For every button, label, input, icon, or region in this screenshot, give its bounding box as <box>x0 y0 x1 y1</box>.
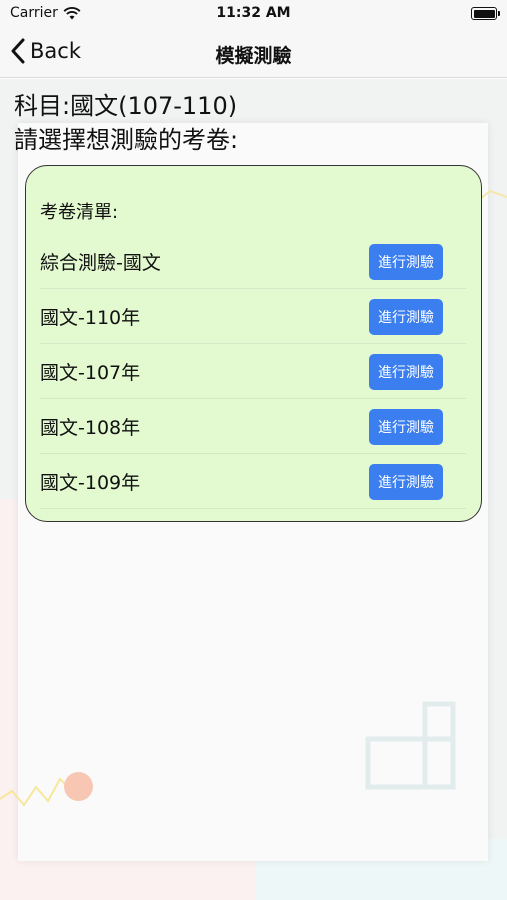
exam-name: 國文-109年 <box>40 472 141 494</box>
exam-list-item: 國文-110年 進行測驗 <box>40 289 466 344</box>
start-exam-button[interactable]: 進行測驗 <box>369 354 443 390</box>
navigation-bar: Back 模擬測驗 <box>0 28 507 78</box>
status-time: 11:32 AM <box>216 5 291 21</box>
start-exam-button[interactable]: 進行測驗 <box>369 244 443 280</box>
exam-name: 國文-110年 <box>40 307 141 329</box>
exam-name: 綜合測驗-國文 <box>40 252 161 274</box>
battery-icon <box>471 7 500 20</box>
start-exam-button[interactable]: 進行測驗 <box>369 299 443 335</box>
exam-list-item: 國文-107年 進行測驗 <box>40 344 466 399</box>
exam-list-item: 綜合測驗-國文 進行測驗 <box>40 234 466 289</box>
page-title: 模擬測驗 <box>215 45 292 67</box>
exam-name: 國文-107年 <box>40 362 141 384</box>
exam-list-card: 考卷清單: 綜合測驗-國文 進行測驗 國文-110年 進行測驗 國文-107年 … <box>25 165 482 522</box>
status-bar: Carrier 11:32 AM <box>0 0 507 28</box>
circle-decoration <box>64 772 93 801</box>
exam-list-item: 國文-108年 進行測驗 <box>40 399 466 454</box>
start-exam-button[interactable]: 進行測驗 <box>369 409 443 445</box>
prompt-label: 請選擇想測驗的考卷: <box>14 126 239 154</box>
exam-list-item: 國文-109年 進行測驗 <box>40 454 466 509</box>
exam-name: 國文-108年 <box>40 417 141 439</box>
start-exam-button[interactable]: 進行測驗 <box>369 464 443 500</box>
exam-list-title: 考卷清單: <box>40 202 119 223</box>
subject-label: 科目:國文(107-110) <box>14 92 238 120</box>
